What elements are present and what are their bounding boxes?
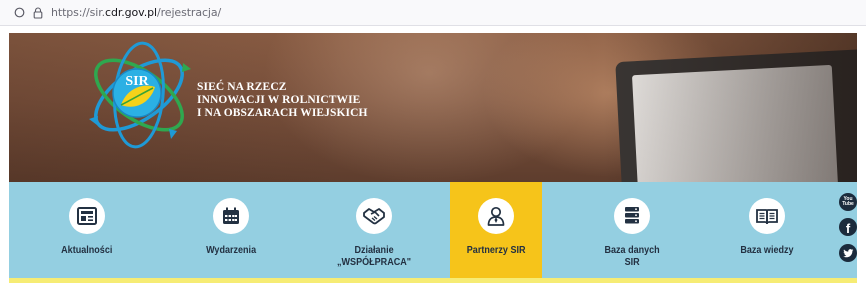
nav-item-wydarzenia[interactable]: Wydarzenia: [181, 182, 281, 278]
nav-item-aktualnosci[interactable]: Aktualności: [37, 182, 137, 278]
handshake-icon: [356, 198, 392, 234]
nav-label-wspolpraca: Działanie „WSPÓŁPRACA": [336, 244, 412, 268]
nav-label-aktualnosci: Aktualności: [61, 244, 113, 256]
nav-label-partnerzy-sir: Partnerzy SIR: [466, 244, 526, 256]
site-title[interactable]: SIEĆ NA RZECZ INNOWACJI W ROLNICTWIE I N…: [197, 81, 368, 120]
nav-item-wspolpraca[interactable]: Działanie „WSPÓŁPRACA": [324, 182, 424, 278]
hero-banner: SIR SIEĆ NA RZECZ INNOWACJI W ROLNICTWIE…: [9, 33, 857, 182]
book-icon: [749, 198, 785, 234]
calendar-icon: [213, 198, 249, 234]
newspaper-icon: [69, 198, 105, 234]
url-text[interactable]: https://sir.cdr.gov.pl/rejestracja/: [51, 6, 221, 19]
address-bar[interactable]: https://sir.cdr.gov.pl/rejestracja/: [0, 0, 866, 26]
nav-label-baza-wiedzy: Baza wiedzy: [740, 244, 794, 256]
database-icon: [614, 198, 650, 234]
person-icon: [478, 198, 514, 234]
sir-logo[interactable]: SIR: [79, 33, 199, 155]
nav-label-baza-danych-sir: Baza danych SIR: [604, 244, 660, 268]
nav-item-baza-wiedzy[interactable]: Baza wiedzy: [717, 182, 817, 278]
nav-item-partnerzy-sir[interactable]: Partnerzy SIR: [450, 182, 542, 278]
tracking-protection-icon[interactable]: [14, 7, 25, 18]
youtube-icon[interactable]: You Tube: [839, 193, 857, 211]
main-navigation: Aktualności Wydarzenia Działanie „WSPÓŁP…: [9, 182, 857, 283]
nav-label-wydarzenia: Wydarzenia: [205, 244, 257, 256]
nav-bottom-stripe: [9, 278, 857, 283]
lock-icon[interactable]: [33, 6, 43, 19]
nav-item-baza-danych-sir[interactable]: Baza danych SIR: [582, 182, 682, 278]
logo-text: SIR: [125, 74, 149, 89]
twitter-icon[interactable]: [839, 244, 857, 262]
facebook-icon[interactable]: f: [839, 218, 857, 236]
